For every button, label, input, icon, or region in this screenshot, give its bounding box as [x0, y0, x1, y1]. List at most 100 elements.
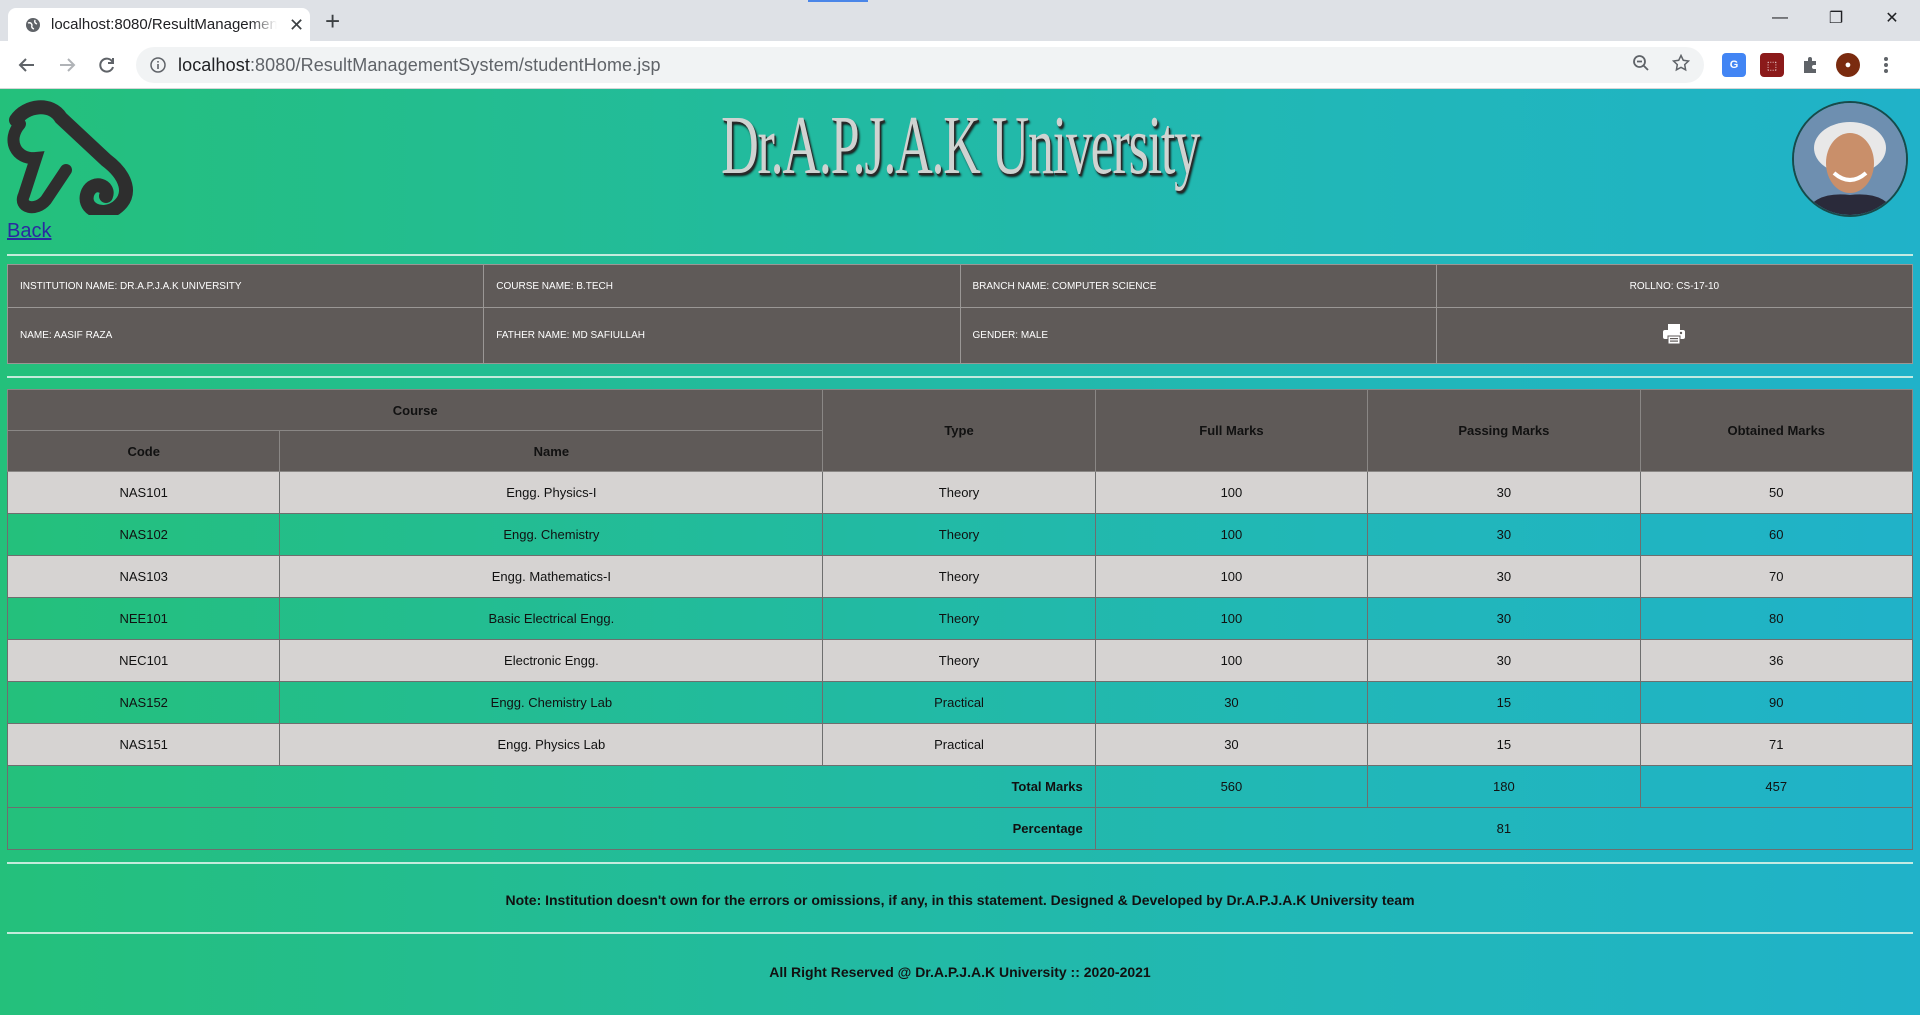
table-row: NEE101 Basic Electrical Engg. Theory 100…: [6, 597, 1914, 640]
forward-arrow-icon[interactable]: [50, 48, 84, 82]
divider: [7, 932, 1913, 934]
marks-table: Course Type Full Marks Passing Marks Obt…: [6, 389, 1914, 850]
obtained-marks-header: Obtained Marks: [1639, 389, 1914, 472]
url-text: localhost:8080/ResultManagementSystem/st…: [178, 55, 661, 76]
course-header: Course: [6, 389, 824, 431]
course-code: NEE101: [6, 597, 281, 640]
father-name: FATHER NAME: MD SAFIULLAH: [483, 307, 961, 364]
obtained-marks: 50: [1639, 471, 1914, 514]
back-arrow-icon[interactable]: [10, 48, 44, 82]
page-content: Dr.A.P.J.A.K University Back INSTITUTION…: [0, 89, 1920, 1015]
full-marks: 100: [1094, 639, 1369, 682]
browser-toolbar: localhost:8080/ResultManagementSystem/st…: [0, 41, 1920, 89]
back-link[interactable]: Back: [7, 220, 51, 243]
page-header: Dr.A.P.J.A.K University Back: [0, 89, 1920, 254]
university-title: Dr.A.P.J.A.K University: [721, 99, 1200, 192]
course-type: Theory: [822, 639, 1096, 682]
total-row: Total Marks 560 180 457: [7, 765, 1914, 808]
total-label: Total Marks: [7, 765, 1096, 808]
obtained-marks: 71: [1639, 723, 1914, 766]
url-host: localhost: [178, 54, 250, 75]
table-row: NEC101 Electronic Engg. Theory 100 30 36: [6, 639, 1914, 682]
new-tab-button[interactable]: +: [325, 8, 340, 34]
copyright-footer: All Right Reserved @ Dr.A.P.J.A.K Univer…: [769, 964, 1151, 980]
passing-marks: 30: [1367, 513, 1641, 556]
course-name-cell: Engg. Chemistry: [279, 513, 824, 556]
puzzle-icon[interactable]: [1798, 53, 1822, 77]
tab-close-icon[interactable]: ✕: [289, 16, 304, 34]
obtained-marks: 90: [1639, 681, 1914, 724]
menu-icon[interactable]: [1874, 53, 1898, 77]
bookmark-star-icon[interactable]: [1671, 53, 1691, 77]
course-name-cell: Engg. Mathematics-I: [279, 555, 824, 598]
obtained-marks: 80: [1639, 597, 1914, 640]
course-name-cell: Engg. Physics Lab: [279, 723, 824, 766]
divider: [7, 254, 1913, 256]
disclaimer-note: Note: Institution doesn't own for the er…: [505, 892, 1415, 908]
course-code: NAS102: [6, 513, 281, 556]
print-icon[interactable]: [1662, 323, 1686, 348]
reload-icon[interactable]: [90, 48, 124, 82]
course-code: NAS152: [6, 681, 281, 724]
divider: [7, 376, 1913, 378]
passing-marks: 15: [1367, 723, 1641, 766]
minimize-button[interactable]: —: [1752, 0, 1808, 36]
address-bar[interactable]: localhost:8080/ResultManagementSystem/st…: [136, 47, 1704, 83]
translate-extension-icon[interactable]: G: [1722, 53, 1746, 77]
student-name: NAME: AASIF RAZA: [6, 307, 485, 364]
full-marks: 100: [1094, 597, 1369, 640]
globe-icon: [25, 17, 41, 33]
course-type: Practical: [822, 681, 1096, 724]
branch-name: BRANCH NAME: COMPUTER SCIENCE: [959, 264, 1437, 308]
type-header: Type: [822, 389, 1096, 472]
name-header: Name: [279, 430, 824, 472]
course-code: NEC101: [6, 639, 281, 682]
student-info-table: INSTITUTION NAME: DR.A.P.J.A.K UNIVERSIT…: [6, 264, 1914, 364]
course-code: NAS101: [6, 471, 281, 514]
course-code: NAS103: [6, 555, 281, 598]
obtained-marks: 36: [1639, 639, 1914, 682]
percentage-row: Percentage 81: [7, 807, 1914, 850]
extensions-area: G ⬚ ●: [1722, 47, 1898, 83]
university-logo: [6, 100, 134, 219]
total-passing-marks: 180: [1367, 765, 1641, 808]
zoom-icon[interactable]: [1632, 54, 1650, 77]
tab-loading-indicator: [808, 0, 868, 2]
percentage-value: 81: [1094, 807, 1914, 850]
passing-marks: 30: [1367, 555, 1641, 598]
institution-name: INSTITUTION NAME: DR.A.P.J.A.K UNIVERSIT…: [6, 264, 485, 308]
course-name: COURSE NAME: B.TECH: [483, 264, 961, 308]
full-marks: 100: [1094, 513, 1369, 556]
browser-tab[interactable]: localhost:8080/ResultManagementSystem/st…: [8, 8, 310, 41]
window-controls: — ❐ ✕: [1752, 0, 1920, 41]
roll-number: ROLLNO: CS-17-10: [1435, 264, 1914, 308]
table-row: NAS101 Engg. Physics-I Theory 100 30 50: [6, 471, 1914, 514]
full-marks: 100: [1094, 555, 1369, 598]
course-name-cell: Basic Electrical Engg.: [279, 597, 824, 640]
url-path: :8080/ResultManagementSystem/studentHome…: [249, 54, 661, 75]
browser-tabstrip: localhost:8080/ResultManagementSystem/st…: [0, 0, 1920, 41]
course-type: Theory: [822, 513, 1096, 556]
course-type: Theory: [822, 555, 1096, 598]
course-type: Theory: [822, 471, 1096, 514]
obtained-marks: 70: [1639, 555, 1914, 598]
restore-button[interactable]: ❐: [1808, 0, 1864, 36]
course-code: NAS151: [6, 723, 281, 766]
off-extension-icon[interactable]: ⬚: [1760, 53, 1784, 77]
gender: GENDER: MALE: [959, 307, 1437, 364]
close-window-button[interactable]: ✕: [1864, 0, 1920, 36]
full-marks-header: Full Marks: [1094, 389, 1369, 472]
course-name-cell: Electronic Engg.: [279, 639, 824, 682]
table-row: NAS102 Engg. Chemistry Theory 100 30 60: [6, 513, 1914, 556]
table-row: NAS151 Engg. Physics Lab Practical 30 15…: [6, 723, 1914, 766]
course-type: Theory: [822, 597, 1096, 640]
table-row: NAS103 Engg. Mathematics-I Theory 100 30…: [6, 555, 1914, 598]
site-info-icon[interactable]: [150, 57, 166, 73]
profile-avatar[interactable]: ●: [1836, 53, 1860, 77]
total-obtained-marks: 457: [1639, 765, 1914, 808]
course-name-cell: Engg. Physics-I: [279, 471, 824, 514]
obtained-marks: 60: [1639, 513, 1914, 556]
tab-title: localhost:8080/ResultManagementSystem/st…: [51, 16, 277, 33]
course-type: Practical: [822, 723, 1096, 766]
kalam-portrait: [1792, 101, 1908, 217]
